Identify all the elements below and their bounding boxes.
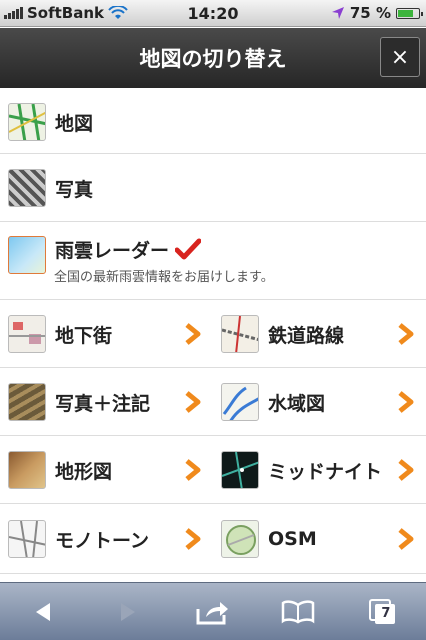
midnight-chevron-icon [398,459,414,481]
midnight-option[interactable]: ミッドナイト [221,450,418,490]
status-bar: SoftBank 14:20 75 % [0,0,426,27]
water-thumbnail [221,383,259,421]
map-option[interactable]: 地図 [8,102,418,142]
header-bar: 地図の切り替え × [0,28,426,88]
monotone-chevron-icon [185,528,201,550]
browser-toolbar: 7 [0,582,426,640]
terrain-thumbnail [8,451,46,489]
underground-chevron-icon [185,323,201,345]
forward-arrow-icon [120,602,135,621]
rain-radar-label: 雨雲レーダー [55,239,170,262]
midnight-thumbnail [221,451,259,489]
map-label: 地図 [55,112,94,135]
osm-thumbnail [221,520,259,558]
photo-thumbnail [8,169,46,207]
close-button[interactable]: × [380,37,420,77]
osm-option[interactable]: OSM [221,519,418,559]
underground-label: 地下街 [55,324,113,347]
share-icon [196,601,228,624]
photo-annotation-thumbnail [8,383,46,421]
share-button[interactable] [188,592,238,632]
tabs-button[interactable]: 7 [358,592,408,632]
water-chevron-icon [398,391,414,413]
railway-chevron-icon [398,323,414,345]
photo-annotation-option[interactable]: 写真＋注記 [8,382,204,422]
osm-label: OSM [268,528,317,550]
photo-option[interactable]: 写真 [8,168,418,208]
underground-thumbnail [8,315,46,353]
photo-annotation-chevron-icon [185,391,201,413]
water-label: 水域図 [268,392,326,415]
back-button[interactable] [18,592,68,632]
railway-thumbnail [221,315,259,353]
book-icon [281,599,315,623]
photo-annotation-label: 写真＋注記 [55,392,151,415]
monotone-label: モノトーン [55,529,150,552]
midnight-label: ミッドナイト [268,460,383,483]
underground-option[interactable]: 地下街 [8,314,204,354]
rain-radar-description: 全国の最新雨雲情報をお届けします。 [54,270,274,285]
photo-label: 写真 [55,178,94,201]
close-icon: × [390,44,410,70]
map-thumbnail [8,103,46,141]
water-option[interactable]: 水域図 [221,382,418,422]
tabs-count: 7 [381,605,391,621]
terrain-label: 地形図 [55,460,113,483]
terrain-option[interactable]: 地形図 [8,450,204,490]
battery-percent: 75 % [349,4,391,22]
terrain-chevron-icon [185,459,201,481]
forward-button[interactable] [103,592,153,632]
back-arrow-icon [35,602,50,621]
monotone-thumbnail [8,520,46,558]
railway-option[interactable]: 鉄道路線 [221,314,418,354]
railway-label: 鉄道路線 [268,324,345,347]
check-icon [175,238,202,260]
battery-icon [396,7,423,19]
location-arrow-icon [331,7,344,19]
bookmarks-button[interactable] [273,592,323,632]
osm-chevron-icon [398,528,414,550]
rain-radar-thumbnail [8,236,46,274]
page-title: 地図の切り替え [139,47,287,71]
monotone-option[interactable]: モノトーン [8,519,204,559]
